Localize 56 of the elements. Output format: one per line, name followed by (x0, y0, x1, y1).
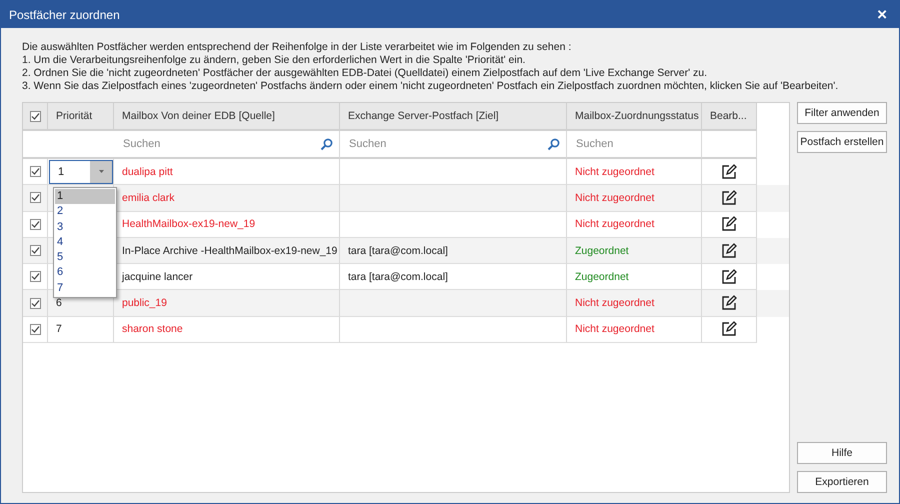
action-button[interactable]: Postfach erstellen (797, 131, 887, 153)
window-title: Postfächer zuordnen (9, 8, 120, 22)
instruction-text: 3. Wenn Sie das Zielpostfach eines 'zugeordneten' Postfachs ändern oder einem 'nicht zugeordneten' Postfach ein Zielpostfach zuordnen möchten, klicken Sie auf 'Bearbeiten'. (22, 80, 840, 93)
priority-dropdown[interactable]: 1 (49, 160, 113, 184)
priority-value: 7 (56, 323, 62, 336)
source-mailbox: emilia clark (122, 192, 175, 204)
mapping-status: Nicht zugeordnet (575, 323, 654, 336)
mapping-status: Nicht zugeordnet (575, 192, 654, 204)
action-button[interactable]: Exportieren (797, 471, 887, 493)
source-mailbox: sharon stone (122, 323, 183, 336)
column-header[interactable]: Mailbox Von deiner EDB [Quelle] (114, 103, 340, 131)
row-checkbox[interactable] (30, 324, 40, 335)
edit-icon[interactable] (721, 242, 737, 259)
edit-icon[interactable] (721, 216, 737, 232)
edit-icon[interactable] (721, 164, 737, 180)
priority-option[interactable]: 1 (55, 189, 115, 204)
edit-icon[interactable] (721, 321, 737, 338)
row-checkbox[interactable] (30, 271, 40, 282)
instruction-text: Die auswählten Postfächer werden entsprechend der Reihenfolge in der Liste verarbeitet wie im Folgenden zu sehen : (22, 41, 572, 54)
source-mailbox: jacquine lancer (122, 270, 193, 283)
search-icon[interactable] (320, 138, 333, 150)
mapping-status: Nicht zugeordnet (575, 166, 654, 178)
edit-icon[interactable] (721, 268, 737, 285)
select-all-checkbox[interactable] (30, 110, 41, 122)
column-header[interactable]: Exchange Server-Postfach [Ziel] (340, 103, 567, 131)
search-field[interactable]: Suchen (576, 138, 718, 150)
row-checkbox[interactable] (30, 192, 40, 204)
target-mailbox: tara [tara@com.local] (348, 244, 448, 257)
instruction-text: 2. Ordnen Sie die 'nicht zugeordneten' Postfächer der ausgewählten EDB-Datei (Quelldatei) einem Zielpostfach auf dem 'Live Exchange Server' zu. (22, 67, 708, 80)
row-checkbox[interactable] (30, 298, 40, 309)
action-button[interactable]: Filter anwenden (797, 102, 887, 124)
column-header[interactable]: Mailbox-Zuordnungsstatus (567, 103, 702, 131)
source-mailbox: dualipa pitt (122, 166, 173, 178)
search-icon[interactable] (547, 138, 560, 150)
source-mailbox: HealthMailbox-ex19-new_19 (122, 218, 256, 230)
row-checkbox[interactable] (30, 166, 40, 178)
source-mailbox: public_19 (122, 297, 167, 310)
mapping-status: Nicht zugeordnet (575, 218, 654, 230)
instruction-text: 1. Um die Verarbeitungsreihenfolge zu ändern, geben Sie den erforderlichen Wert in die Spalte 'Priorität' ein. (22, 54, 526, 67)
row-checkbox[interactable] (30, 218, 40, 230)
column-header[interactable]: Bearb... (702, 103, 757, 131)
edit-icon[interactable] (721, 190, 737, 206)
search-field[interactable]: Suchen (349, 138, 499, 150)
action-button[interactable]: Hilfe (797, 442, 887, 464)
edit-icon[interactable] (721, 295, 737, 312)
close-button[interactable]: × (873, 4, 891, 24)
priority-value: 6 (56, 297, 62, 310)
mapping-status: Zugeordnet (575, 270, 629, 283)
search-field[interactable]: Suchen (123, 138, 273, 150)
column-header[interactable]: Priorität (48, 103, 114, 131)
mapping-status: Nicht zugeordnet (575, 297, 654, 310)
source-mailbox: In-Place Archive -HealthMailbox-ex19-new_19 (122, 244, 338, 257)
row-checkbox[interactable] (30, 245, 40, 256)
caret-icon (98, 170, 104, 174)
target-mailbox: tara [tara@com.local] (348, 270, 448, 283)
mapping-status: Zugeordnet (575, 244, 629, 257)
